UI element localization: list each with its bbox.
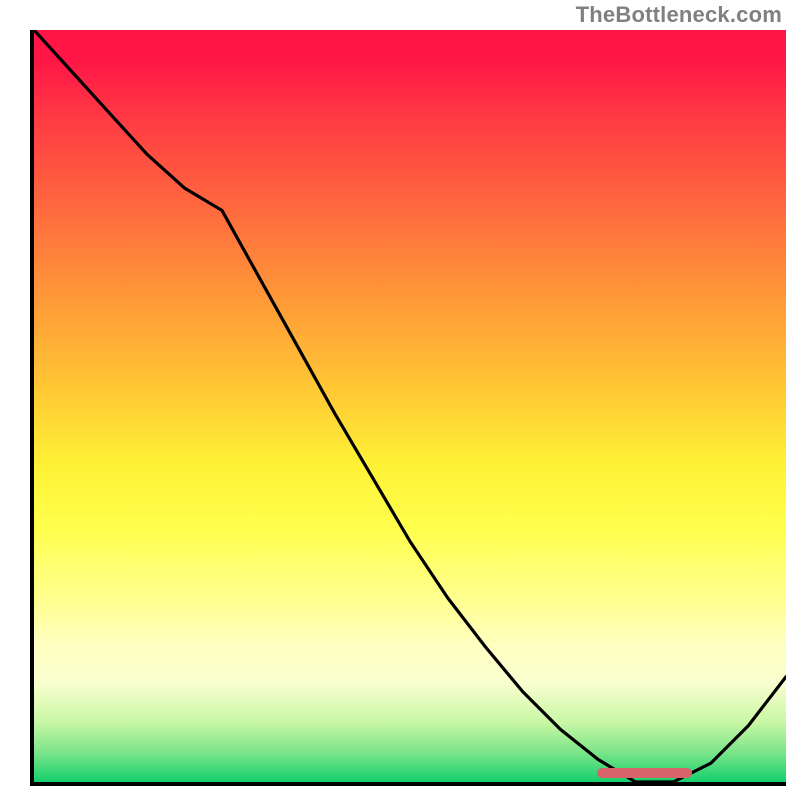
highlight-marker xyxy=(597,768,692,778)
chart-plot-area xyxy=(30,30,786,786)
attribution-text: TheBottleneck.com xyxy=(576,2,782,28)
chart-curve-path xyxy=(34,30,786,782)
chart-line-svg xyxy=(34,30,786,782)
